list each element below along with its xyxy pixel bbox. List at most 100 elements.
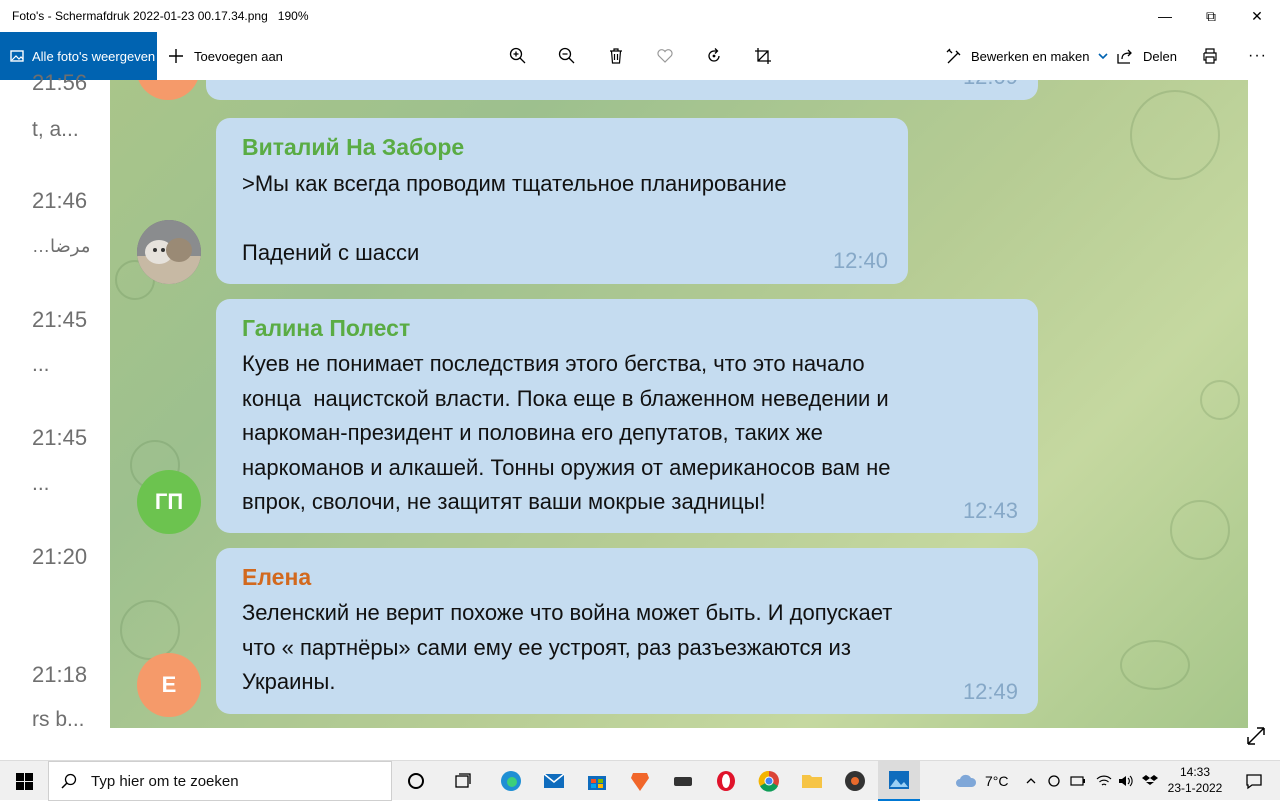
zoom-out-button[interactable] [555,32,579,80]
restore-button[interactable]: ⧉ [1188,0,1234,32]
print-button[interactable] [1198,32,1222,80]
add-to-label: Toevoegen aan [194,48,283,64]
chevron-down-icon [1097,53,1108,60]
message-bubble: Елена Зеленский не верит похоже что войн… [216,548,1038,714]
wifi-icon [1096,775,1112,786]
plus-icon [169,49,183,63]
zoom-out-icon [555,44,579,68]
delete-button[interactable] [604,32,628,80]
edit-create-button[interactable]: Bewerken en maken [946,32,1108,80]
chat-time: 21:20 [32,544,88,569]
store-icon [588,776,606,790]
printer-icon [1198,44,1222,68]
taskbar-brave[interactable] [624,765,656,797]
share-button[interactable]: Delen [1116,32,1177,80]
edge-icon [501,771,521,791]
heart-icon [653,44,677,68]
tray-item[interactable] [1068,765,1088,797]
crop-button[interactable] [751,32,775,80]
taskbar-store[interactable] [581,765,613,797]
security-icon [1048,775,1060,787]
tray-item[interactable] [1116,765,1136,797]
tray-expand[interactable] [1022,765,1040,797]
avatar-initials: Е [161,672,177,697]
clock[interactable]: 14:33 23-1-2022 [1160,764,1230,796]
expand-icon[interactable] [1244,724,1268,748]
avatar: Е [137,653,201,717]
doodle-circle [1170,500,1230,560]
taskbar-mail[interactable] [538,765,570,797]
doodle-circle [1200,380,1240,420]
window-title-text: Foto's - Schermafdruk 2022-01-23 00.17.3… [12,9,268,23]
minimize-button[interactable]: — [1142,0,1188,32]
window-title: Foto's - Schermafdruk 2022-01-23 00.17.3… [12,9,309,23]
rotate-button[interactable] [702,32,726,80]
message-bubble: 12:09 [206,80,1038,100]
chat-time: 21:56 [32,70,88,95]
avatar-initials: ГП [154,489,184,514]
more-button[interactable]: ··· [1248,32,1267,80]
taskbar: Typ hier om te zoeken 7°C 14:33 23-1-202… [0,760,1280,801]
crop-icon [751,44,775,68]
tray-item[interactable] [1044,765,1064,797]
favorite-button[interactable] [653,32,677,80]
message-time: 12:49 [962,679,1018,704]
message-time: 12:09 [963,80,1018,90]
task-view-button[interactable] [447,765,479,797]
tray-item[interactable] [1140,765,1160,797]
task-view-icon [455,773,471,788]
message-sender: Виталий На Заборе [242,134,465,160]
search-placeholder: Typ hier om te zoeken [91,772,239,790]
message-sender: Галина Полест [242,315,411,341]
taskbar-opera[interactable] [710,765,742,797]
message-bubble: Галина Полест Куев не понимает последств… [216,299,1038,533]
message-time: 12:43 [962,498,1018,523]
share-label: Delen [1143,48,1177,64]
chat-preview: ... [32,472,50,495]
message-sender: Елена [242,564,312,590]
taskbar-chrome[interactable] [753,765,785,797]
mail-icon [543,773,565,788]
taskbar-photos[interactable] [878,761,920,801]
taskbar-edge[interactable] [495,765,527,797]
zoom-in-icon [506,44,530,68]
chat-time: 21:45 [32,425,88,450]
message-text: Куев не понимает последствия этого бегст… [242,351,891,514]
minimize-icon: — [1158,8,1172,24]
avatar: ГП [137,470,201,534]
taskbar-app[interactable] [667,765,699,797]
chat-time: 21:46 [32,188,88,213]
rotate-icon [702,44,726,68]
more-icon: ··· [1248,47,1267,64]
dropbox-icon [1142,775,1158,785]
windows-logo-icon [15,772,33,790]
doodle-circle [120,600,180,660]
taskbar-explorer[interactable] [796,765,828,797]
chat-preview: t, a... [32,118,79,141]
notifications-button[interactable] [1238,765,1270,797]
cortana-button[interactable] [400,765,432,797]
all-photos-label: Alle foto's weergeven [32,48,156,64]
cortana-icon [408,773,424,789]
avatar [137,220,201,284]
doodle-circle [1130,90,1220,180]
tray-item[interactable] [1094,765,1114,797]
volume-icon [1119,775,1133,787]
close-button[interactable]: ✕ [1234,0,1280,32]
chat-preview: …مرضا [32,236,91,256]
start-button[interactable] [0,761,48,801]
taskbar-media[interactable] [839,765,871,797]
taskbar-search[interactable]: Typ hier om te zoeken [48,761,392,801]
chevron-up-icon [1026,778,1036,784]
zoom-in-button[interactable] [506,32,530,80]
weather-widget[interactable]: 7°C [955,761,1009,801]
chrome-icon [758,770,779,792]
edit-icon [946,48,961,63]
add-to-button[interactable]: Toevoegen aan [168,32,283,80]
chat-time: 21:45 [32,307,88,332]
message-text: >Мы как всегда проводим тщательное плани… [242,171,787,265]
photos-icon [10,50,24,62]
battery-icon [1070,776,1085,786]
app-icon [674,777,692,786]
clock-date: 23-1-2022 [1167,781,1223,795]
